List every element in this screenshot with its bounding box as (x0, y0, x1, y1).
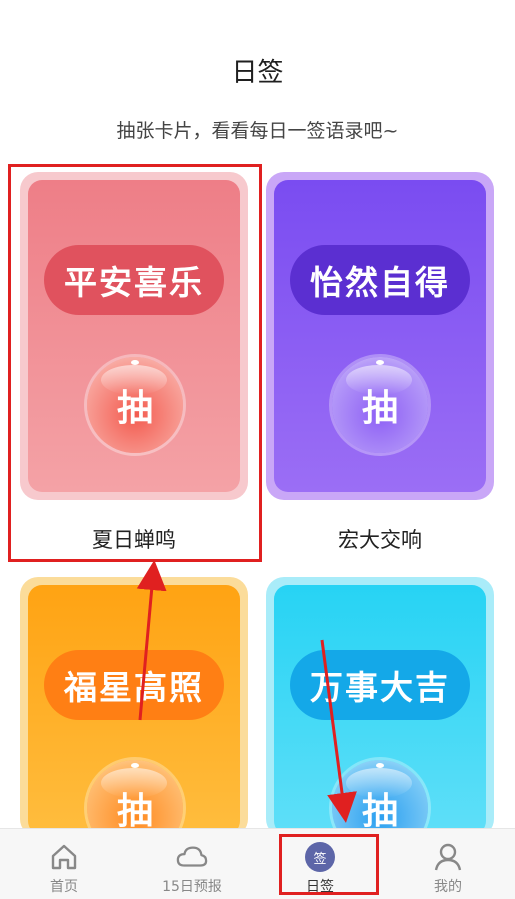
arrow-to-tab (320, 639, 357, 823)
arrow-to-card (136, 560, 167, 721)
annotation-arrows (136, 560, 357, 823)
